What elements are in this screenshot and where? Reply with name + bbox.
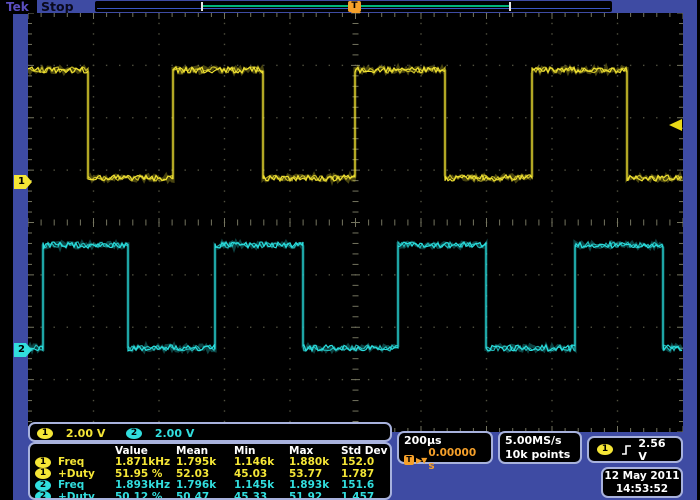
measurement-table: Value Mean Min Max Std Dev 1Freq 1.871kH… (28, 442, 392, 500)
oscilloscope-screen: Tek Stop T 1 2 1 2.00 V 2 2.00 V Value M… (0, 0, 700, 500)
acquisition-readout: 5.00MS/s 10k points (498, 431, 582, 464)
channel2-scale: 2 2.00 V (126, 426, 194, 440)
channel1-badge: 1 (35, 457, 51, 468)
trigger-source-badge: 1 (597, 444, 613, 455)
channel2-badge: 2 (126, 428, 142, 439)
date: 12 May 2011 (604, 470, 679, 482)
horizontal-readout: 200µs T ▶▼ 0.00000 s (397, 431, 493, 464)
acquisition-status: Stop (41, 0, 74, 14)
channel2-badge: 2 (35, 480, 51, 491)
record-view-right-bracket (509, 2, 511, 11)
record-view-left-bracket (201, 2, 203, 11)
time: 14:53:52 (616, 483, 668, 495)
logo-area: Tek (0, 0, 37, 14)
channel1-scale: 1 2.00 V (37, 426, 105, 440)
waveform-display (28, 13, 683, 432)
measurement-row: 1Freq 1.871kHz 1.795k 1.146k 1.880k 152.… (35, 456, 390, 467)
tek-logo: Tek (6, 0, 29, 14)
channel1-badge: 1 (37, 428, 53, 439)
trigger-delay-icon: T (404, 455, 414, 465)
channel2-badge: 2 (35, 491, 51, 500)
horizontal-delay: T ▶▼ 0.00000 s (404, 447, 486, 473)
trigger-position-icon: T (348, 1, 361, 12)
datetime-readout: 12 May 2011 14:53:52 (601, 467, 683, 498)
delay-arrows-icon: ▶▼ (416, 454, 426, 467)
waveform-plot (28, 13, 683, 432)
trigger-level: 2.56 V (638, 437, 673, 463)
rising-edge-icon (620, 443, 631, 457)
record-view-bar: T (95, 1, 612, 12)
timebase-scale: 200µs (404, 434, 486, 447)
channel1-badge: 1 (35, 468, 51, 479)
measurement-row: 2Freq 1.893kHz 1.796k 1.145k 1.893k 151.… (35, 479, 390, 490)
sample-rate: 5.00MS/s (505, 434, 562, 447)
measurement-header-row: Value Mean Min Max Std Dev (35, 445, 390, 456)
trigger-readout: 1 2.56 V (587, 436, 683, 463)
channel-scale-readout: 1 2.00 V 2 2.00 V (28, 422, 392, 442)
measurement-row: 2+Duty 50.12 % 50.47 45.33 51.92 1.457 (35, 491, 390, 500)
record-length: 10k points (505, 448, 570, 461)
measurement-row: 1+Duty 51.95 % 52.03 45.03 53.77 1.787 (35, 468, 390, 479)
